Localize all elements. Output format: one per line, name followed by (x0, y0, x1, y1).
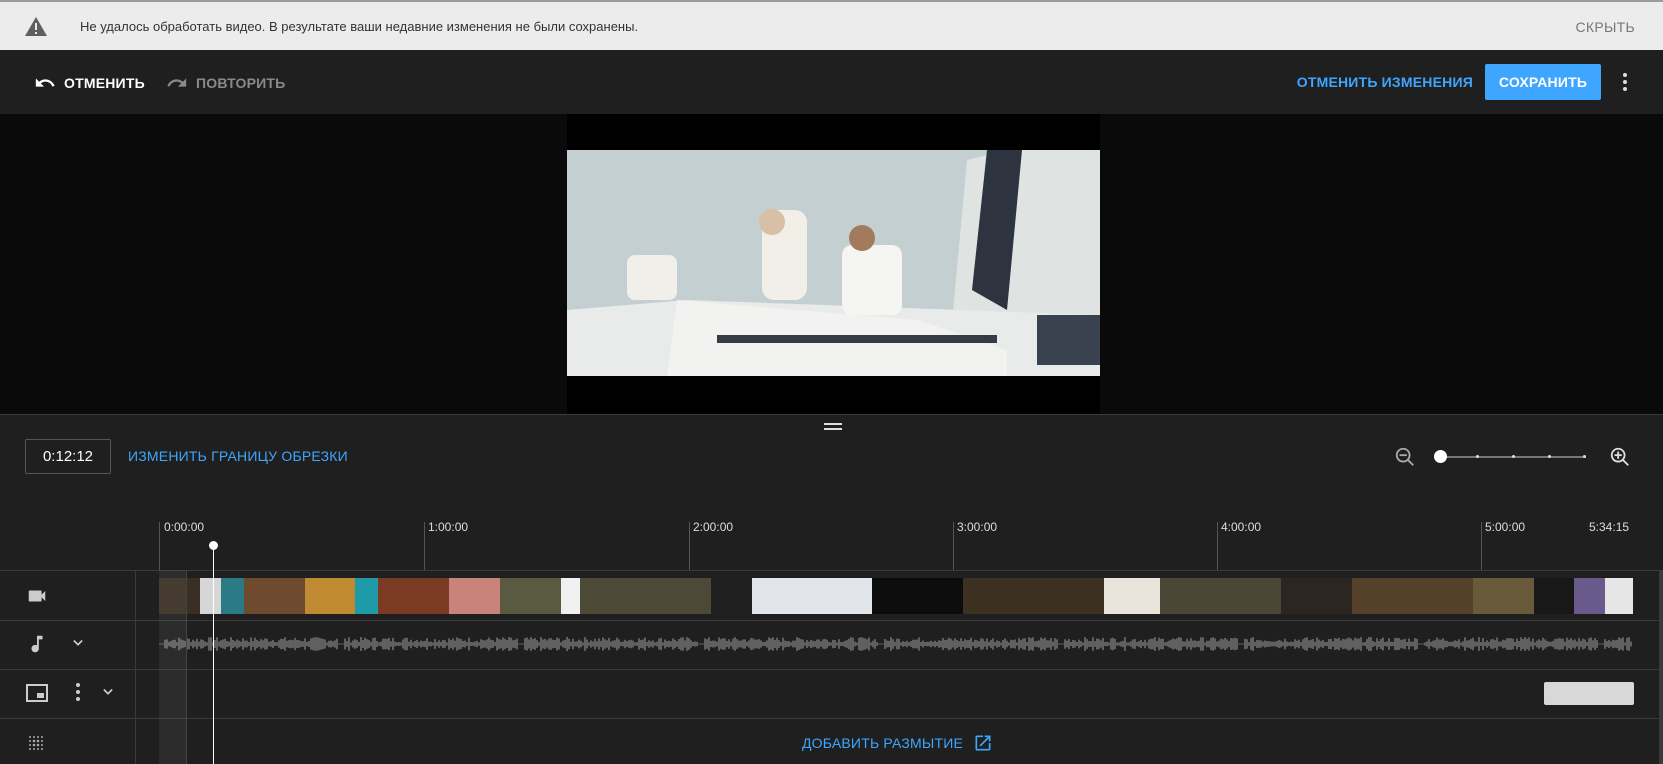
ruler-label: 2:00:00 (693, 520, 734, 534)
video-thumbnail (1160, 578, 1281, 614)
video-thumbnail (304, 578, 356, 614)
undo-button[interactable]: ОТМЕНИТЬ (34, 72, 145, 94)
ruler-label: 4:00:00 (1221, 520, 1262, 534)
ruler-tick (1481, 522, 1482, 570)
ruler-label: 5:00:00 (1485, 520, 1526, 534)
add-blur-button[interactable]: ДОБАВИТЬ РАЗМЫТИЕ (802, 733, 993, 753)
track-divider (0, 718, 1663, 719)
discard-changes-button[interactable]: ОТМЕНИТЬ ИЗМЕНЕНИЯ (1297, 74, 1473, 90)
more-vert-icon[interactable] (68, 682, 88, 702)
video-thumbnail (449, 578, 500, 614)
track-divider (0, 570, 1663, 571)
current-time-field[interactable]: 0:12:12 (25, 439, 111, 474)
playhead-handle[interactable] (209, 541, 218, 550)
ruler-tick (424, 522, 425, 570)
video-thumbnail (1351, 578, 1473, 614)
redo-icon (167, 78, 187, 87)
zoom-slider-knob[interactable] (1434, 450, 1447, 463)
track-divider (0, 669, 1663, 670)
ruler-tick (953, 522, 954, 570)
video-thumbnail (751, 578, 873, 614)
videocam-icon (28, 590, 46, 602)
more-vert-icon[interactable] (1615, 72, 1635, 92)
ruler-tick (159, 522, 160, 570)
video-track[interactable] (159, 578, 1633, 614)
ruler-label: 3:00:00 (957, 520, 998, 534)
waveform-path (159, 637, 1632, 651)
video-thumbnail (1574, 578, 1606, 614)
blur-icon (29, 736, 43, 750)
video-thumbnail (500, 578, 561, 614)
panel-divider (0, 414, 1663, 415)
video-thumbnail (872, 578, 964, 614)
zoom-slider-track[interactable] (1440, 455, 1586, 458)
edit-trim-button[interactable]: ИЗМЕНИТЬ ГРАНИЦУ ОБРЕЗКИ (128, 448, 348, 464)
track-divider (0, 620, 1663, 621)
audio-waveform[interactable] (159, 626, 1633, 662)
trim-region[interactable] (159, 570, 187, 764)
playhead[interactable] (213, 545, 214, 764)
open-in-new-icon (975, 735, 991, 751)
end-screen-element[interactable] (1544, 682, 1634, 705)
undo-icon (35, 78, 55, 87)
chevron-down-icon[interactable] (68, 633, 88, 653)
warning-banner: Не удалось обработать видео. В результат… (0, 0, 1663, 50)
save-button[interactable]: СОХРАНИТЬ (1485, 64, 1601, 100)
redo-button[interactable]: ПОВТОРИТЬ (166, 72, 285, 94)
warning-message: Не удалось обработать видео. В результат… (80, 19, 639, 34)
ruler-label: 0:00:00 (164, 520, 205, 534)
end-screen-icon (26, 684, 48, 702)
video-thumbnail (220, 578, 244, 614)
video-thumbnail (199, 578, 221, 614)
add-blur-label: ДОБАВИТЬ РАЗМЫТИЕ (802, 735, 964, 751)
ruler-tick (1217, 522, 1218, 570)
video-thumbnail (1104, 578, 1160, 614)
video-still-image (567, 150, 1100, 376)
video-thumbnail (355, 578, 379, 614)
video-thumbnail (560, 578, 580, 614)
ruler-label: 1:00:00 (428, 520, 469, 534)
redo-label: ПОВТОРИТЬ (196, 75, 286, 91)
track-header-divider (135, 570, 136, 764)
scrollbar[interactable] (1659, 570, 1663, 764)
video-thumbnail (1472, 578, 1534, 614)
chevron-down-icon[interactable] (98, 682, 118, 702)
video-thumbnail (1533, 578, 1575, 614)
video-thumbnail (1605, 578, 1633, 614)
video-thumbnail (710, 578, 752, 614)
warning-icon (25, 17, 47, 36)
undo-label: ОТМЕНИТЬ (64, 75, 145, 91)
resize-handle[interactable] (824, 423, 842, 431)
video-thumbnail (963, 578, 1105, 614)
video-frame[interactable] (567, 114, 1100, 414)
video-thumbnail (579, 578, 711, 614)
hide-warning-button[interactable]: СКРЫТЬ (1575, 19, 1635, 35)
zoom-in-icon[interactable] (1609, 446, 1631, 468)
zoom-out-icon[interactable] (1394, 446, 1416, 468)
ruler-tick (689, 522, 690, 570)
editor-toolbar: ОТМЕНИТЬ ПОВТОРИТЬ ОТМЕНИТЬ ИЗМЕНЕНИЯ СО… (0, 50, 1663, 114)
video-thumbnail (243, 578, 305, 614)
music-note-icon (31, 635, 43, 653)
ruler-label-end: 5:34:15 (1589, 520, 1630, 534)
video-preview (0, 114, 1663, 414)
video-thumbnail (1280, 578, 1352, 614)
video-thumbnail (378, 578, 450, 614)
